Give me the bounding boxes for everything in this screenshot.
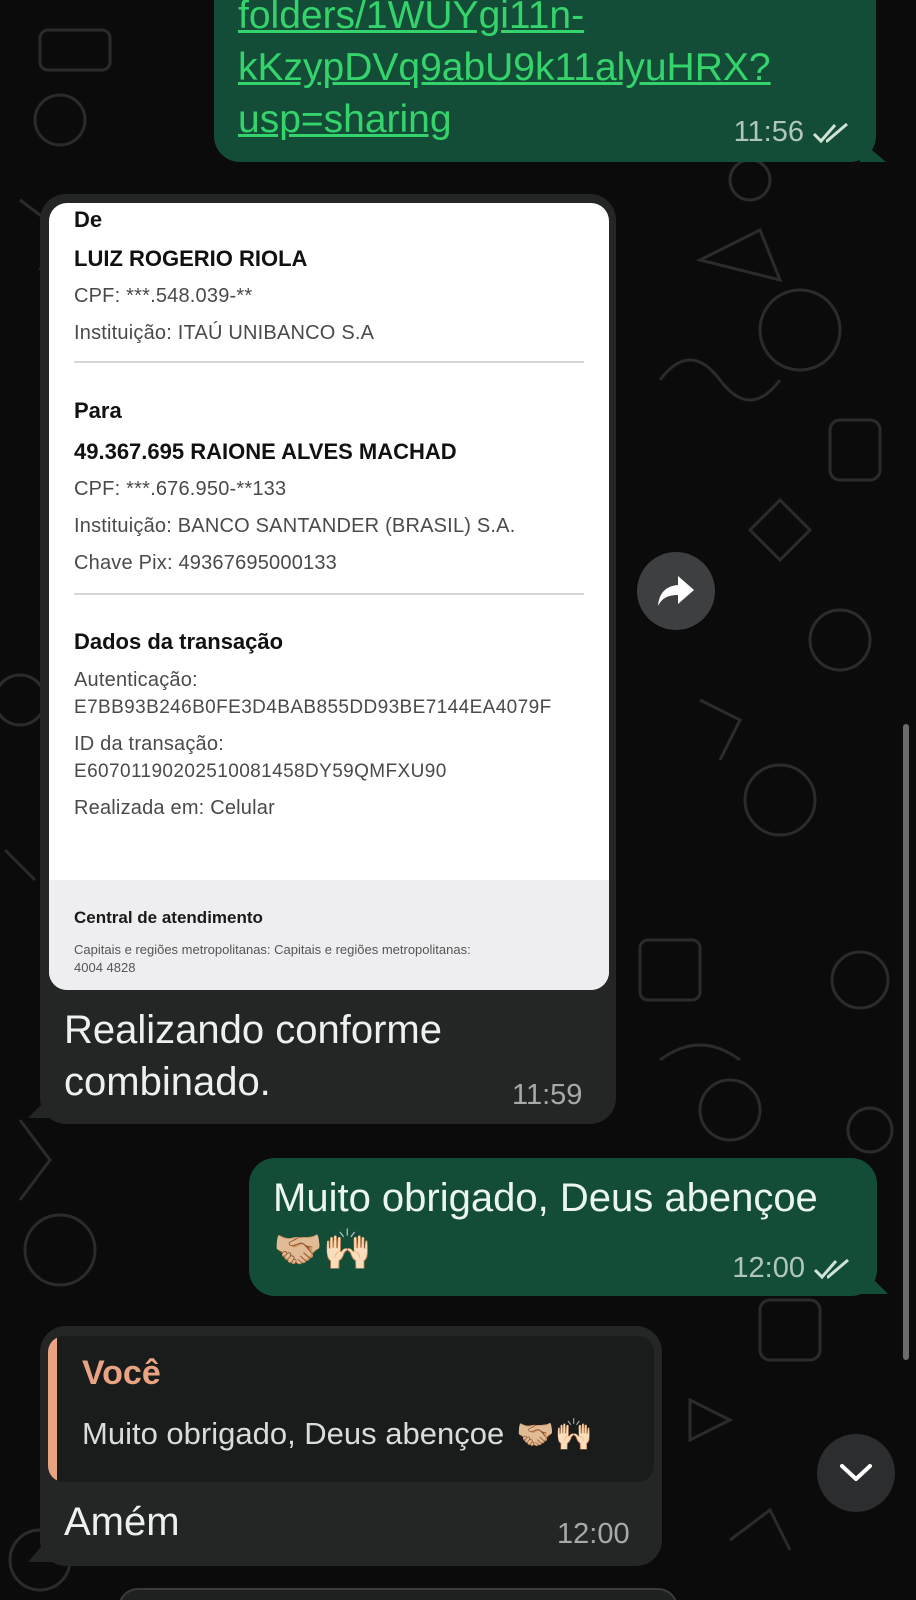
quoted-message[interactable]: Você Muito obrigado, Deus abençoe 🤝🏼🙌🏻	[48, 1336, 654, 1482]
quote-emojis: 🤝🏼🙌🏻	[516, 1417, 594, 1453]
receipt-footer-line-1: Capitais e regiões metropolitanas: Capit…	[74, 942, 471, 957]
caption-line-1: Realizando conforme	[64, 1008, 442, 1052]
double-check-icon	[813, 1258, 849, 1279]
link-line-1[interactable]: folders/1WUYgi11n-	[238, 0, 858, 42]
outgoing-thanks-message[interactable]: Muito obrigado, Deus abençoe 🤝🏼🙌🏻 12:00	[249, 1158, 877, 1296]
message-time: 12:00	[557, 1518, 630, 1550]
message-meta: 12:00	[732, 1252, 851, 1285]
message-time: 11:59	[512, 1079, 583, 1111]
receipt-footer-title: Central de atendimento	[74, 908, 263, 927]
caption-line-2: combinado.	[64, 1060, 271, 1104]
receipt-from-institution: Instituição: ITAÚ UNIBANCO S.A	[74, 322, 375, 344]
receipt-done-on: Realizada em: Celular	[74, 797, 275, 819]
receipt-from-name: LUIZ ROGERIO RIOLA	[74, 246, 308, 271]
bubble-tail	[862, 1268, 888, 1294]
message-meta: 11:59	[512, 1079, 582, 1112]
double-check-icon	[812, 122, 848, 143]
pix-receipt-image[interactable]: De LUIZ ROGERIO RIOLA CPF: ***.548.039-*…	[49, 203, 609, 990]
bubble-tail	[860, 140, 886, 162]
message-time: 12:00	[732, 1252, 805, 1284]
message-meta: 11:56	[734, 116, 850, 149]
forward-button[interactable]	[637, 552, 715, 630]
receipt-caption: Realizando conforme combinado.	[64, 1004, 442, 1108]
receipt-txid-value: E60701190202510081458DY59QMFXU90	[74, 761, 447, 782]
receipt-to-name: 49.367.695 RAIONE ALVES MACHAD	[74, 439, 457, 464]
outgoing-link-message[interactable]: folders/1WUYgi11n- kKzypDVq9abU9k11alyuH…	[214, 0, 876, 162]
scrollbar[interactable]	[903, 724, 909, 1360]
message-time: 11:56	[733, 116, 804, 148]
message-input-bar[interactable]	[118, 1588, 678, 1600]
receipt-to-cpf: CPF: ***.676.950-**133	[74, 478, 287, 500]
quote-author: Você	[82, 1354, 161, 1392]
receipt-transaction-heading: Dados da transação	[74, 629, 284, 654]
quote-accent-bar	[48, 1336, 57, 1482]
receipt-footer: Central de atendimento Capitais e regiõe…	[49, 880, 609, 990]
bubble-tail	[28, 1092, 54, 1118]
receipt-auth-value: E7BB93B246B0FE3D4BAB855DD93BE7144EA4079F	[74, 697, 552, 718]
bubble-tail	[28, 1532, 54, 1562]
receipt-to-institution: Instituição: BANCO SANTANDER (BRASIL) S.…	[74, 515, 516, 537]
receipt-pix-key: Chave Pix: 49367695000133	[74, 552, 337, 574]
forward-icon	[658, 576, 694, 606]
quote-text-row: Muito obrigado, Deus abençoe 🤝🏼🙌🏻	[82, 1416, 593, 1453]
receipt-to-heading: Para	[74, 398, 122, 423]
receipt-from-heading: De	[74, 207, 103, 232]
receipt-txid-label: ID da transação:	[74, 733, 224, 755]
message-meta: 12:00	[557, 1518, 630, 1551]
reply-text: Amém	[64, 1500, 180, 1544]
divider	[74, 361, 584, 363]
receipt-auth-label: Autenticação:	[74, 669, 198, 691]
receipt-from-cpf: CPF: ***.548.039-**	[74, 285, 253, 307]
scroll-to-bottom-button[interactable]	[817, 1434, 895, 1512]
link-line-2[interactable]: kKzypDVq9abU9k11alyuHRX?	[238, 42, 858, 94]
receipt-footer-line-2: 4004 4828	[74, 960, 136, 975]
quote-text: Muito obrigado, Deus abençoe	[82, 1416, 505, 1451]
divider	[74, 593, 584, 595]
chevron-down-icon	[840, 1464, 872, 1481]
thanks-text: Muito obrigado, Deus abençoe	[273, 1176, 818, 1220]
